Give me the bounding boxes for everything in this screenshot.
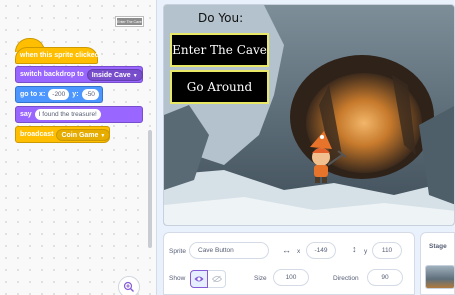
stage-backdrop-thumbnail[interactable]: [425, 265, 455, 289]
direction-input[interactable]: 90: [367, 269, 403, 286]
y-label: y: [364, 248, 368, 255]
size-input[interactable]: 100: [273, 269, 309, 286]
dropdown-caret-icon: ▼: [100, 132, 106, 139]
eye-closed-icon: [211, 275, 222, 283]
code-area-scrollbar[interactable]: [148, 130, 152, 248]
x-axis-icon: ↔: [282, 245, 291, 255]
goto-label: go to x:: [20, 91, 46, 98]
x-position-input[interactable]: -149: [306, 242, 336, 259]
stage-target-panel[interactable]: Stage: [420, 232, 455, 295]
go-to-xy-block[interactable]: go to x: -200 y: -50: [15, 86, 103, 103]
size-label: Size: [254, 275, 267, 282]
y-axis-icon: ↕: [352, 244, 357, 254]
goto-x-input[interactable]: -200: [48, 89, 70, 100]
enter-cave-button[interactable]: Enter The Cave: [170, 33, 269, 67]
dropdown-caret-icon: ▼: [132, 72, 138, 79]
zoom-in-button[interactable]: [118, 276, 140, 295]
switch-backdrop-block[interactable]: switch backdrop to Inside Cave ▼: [15, 66, 143, 83]
y-position-input[interactable]: 110: [372, 242, 402, 259]
code-area[interactable]: Enter The Cave when this sprite clicked …: [0, 0, 157, 295]
broadcast-block[interactable]: broadcast Coin Game ▼: [15, 126, 111, 143]
eye-icon: [194, 276, 204, 282]
broadcast-dropdown[interactable]: Coin Game ▼: [56, 128, 111, 141]
stage-question-text: Do You:: [198, 11, 244, 25]
zoom-in-icon: [123, 281, 134, 292]
sprite-label: Sprite: [169, 248, 186, 255]
scratch-editor: Enter The Cave when this sprite clicked …: [0, 0, 455, 295]
say-text-input[interactable]: I found the treasure!: [34, 109, 101, 120]
goto-y-input[interactable]: -50: [81, 89, 99, 100]
hide-sprite-toggle[interactable]: [208, 270, 226, 288]
show-label: Show: [169, 275, 186, 282]
sprite-name-input[interactable]: Cave Button: [189, 242, 269, 259]
backdrop-dropdown-value: Inside Cave: [91, 71, 131, 79]
broadcast-dropdown-value: Coin Game: [61, 131, 99, 139]
stage-panel-title: Stage: [429, 243, 447, 250]
when-sprite-clicked-block[interactable]: when this sprite clicked: [15, 47, 99, 64]
hat-block-label: when this sprite clicked: [20, 52, 99, 59]
broadcast-label: broadcast: [20, 131, 54, 138]
backdrop-dropdown[interactable]: Inside Cave ▼: [86, 68, 143, 81]
direction-label: Direction: [333, 275, 359, 282]
x-label: x: [297, 248, 301, 255]
goto-y-label: y:: [72, 91, 79, 98]
say-block[interactable]: say I found the treasure!: [15, 106, 143, 123]
sprite-thumbnail-label: Enter The Cave: [115, 16, 144, 27]
say-label: say: [20, 111, 32, 118]
go-around-button[interactable]: Go Around: [170, 70, 269, 104]
show-sprite-toggle[interactable]: [190, 270, 208, 288]
backdrop-block-label: switch backdrop to: [20, 71, 84, 78]
stage-canvas[interactable]: Do You: Enter The Cave Go Around: [163, 4, 455, 226]
